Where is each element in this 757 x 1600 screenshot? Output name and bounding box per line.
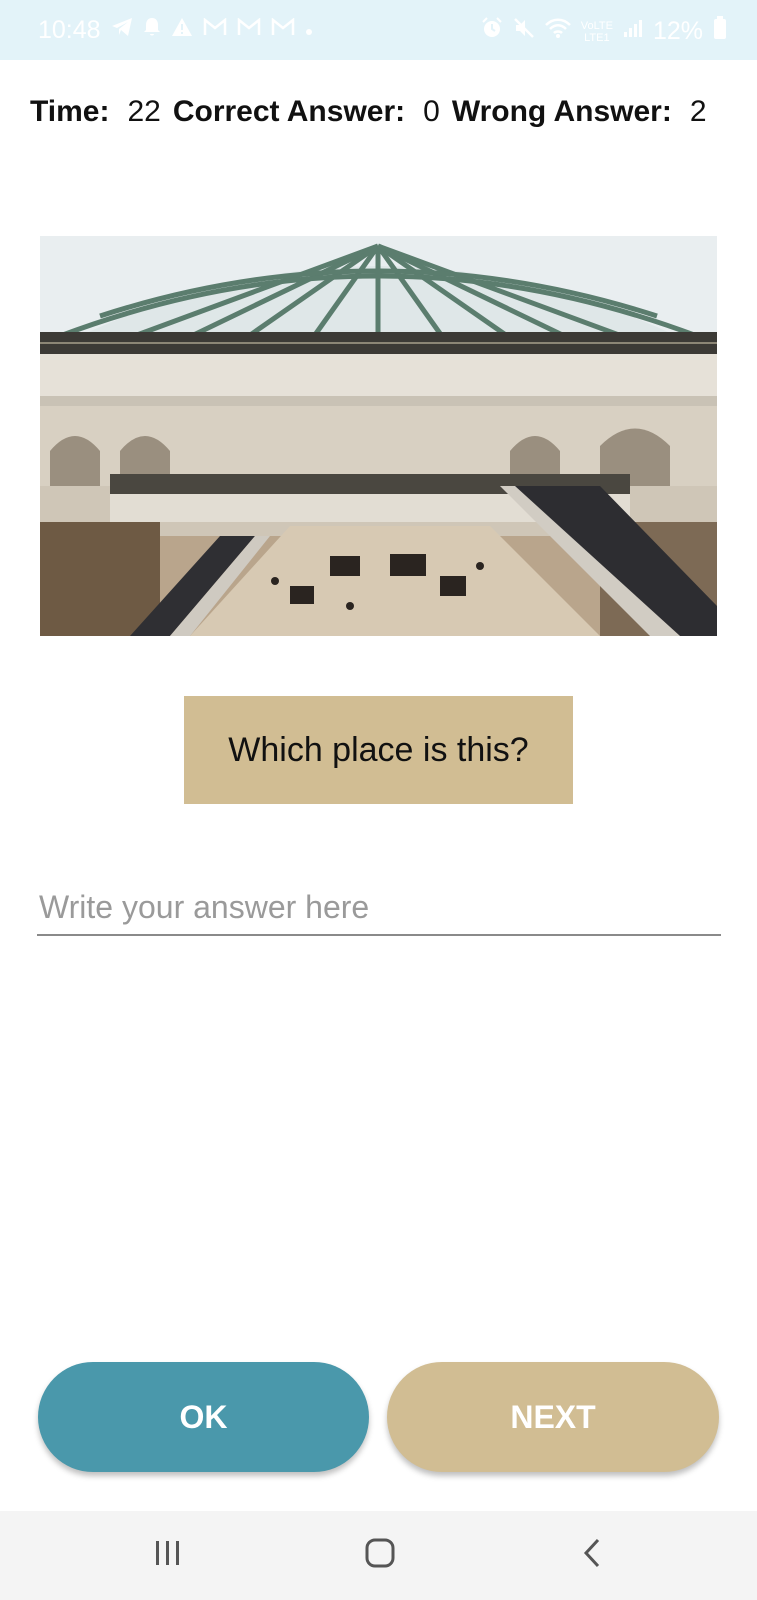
mute-icon — [513, 17, 535, 46]
time-value: 22 — [127, 95, 161, 128]
question-image — [40, 236, 717, 636]
gmail-icon — [237, 17, 261, 43]
ok-button[interactable]: OK — [38, 1362, 369, 1472]
status-bar-right: VoLTE LTE1 12% — [481, 16, 727, 47]
telegram-icon — [111, 17, 133, 44]
home-button[interactable] — [320, 1511, 440, 1600]
wrong-answer-value: 2 — [689, 95, 707, 128]
answer-input[interactable] — [37, 880, 721, 936]
wifi-icon — [544, 18, 571, 45]
navigation-bar — [0, 1511, 757, 1600]
status-time: 10:48 — [38, 16, 101, 44]
correct-answer-value: 0 — [423, 95, 440, 128]
back-icon — [581, 1537, 603, 1574]
score-row: Time: 22 Correct Answer: 0 Wrong Answer:… — [30, 92, 730, 132]
correct-answer-label: Correct Answer: — [172, 95, 406, 128]
question-text: Which place is this? — [228, 730, 529, 769]
signal-icon — [623, 18, 643, 45]
gmail-icon — [203, 17, 227, 43]
status-bar-left: 10:48 — [38, 16, 313, 45]
network-label-top: VoLTE — [580, 19, 613, 32]
alarm-icon — [481, 17, 503, 46]
bell-icon — [143, 17, 161, 44]
recents-button[interactable] — [108, 1511, 228, 1600]
wrong-answer-label: Wrong Answer: — [451, 95, 672, 128]
network-type-icon: VoLTE LTE1 — [581, 20, 613, 44]
back-button[interactable] — [532, 1511, 652, 1600]
recents-icon — [153, 1539, 183, 1572]
question-box: Which place is this? — [184, 696, 573, 804]
warning-icon — [171, 17, 193, 44]
battery-icon — [713, 16, 727, 47]
next-button[interactable]: NEXT — [387, 1362, 719, 1472]
network-label-bottom: LTE1 — [584, 31, 610, 44]
dot-icon — [305, 18, 313, 43]
gmail-icon — [271, 17, 295, 43]
home-icon — [364, 1537, 396, 1574]
time-label: Time: — [30, 95, 110, 128]
battery-percent: 12% — [652, 17, 703, 45]
status-bar: 10:48 VoLTE LTE1 12% — [0, 0, 757, 60]
